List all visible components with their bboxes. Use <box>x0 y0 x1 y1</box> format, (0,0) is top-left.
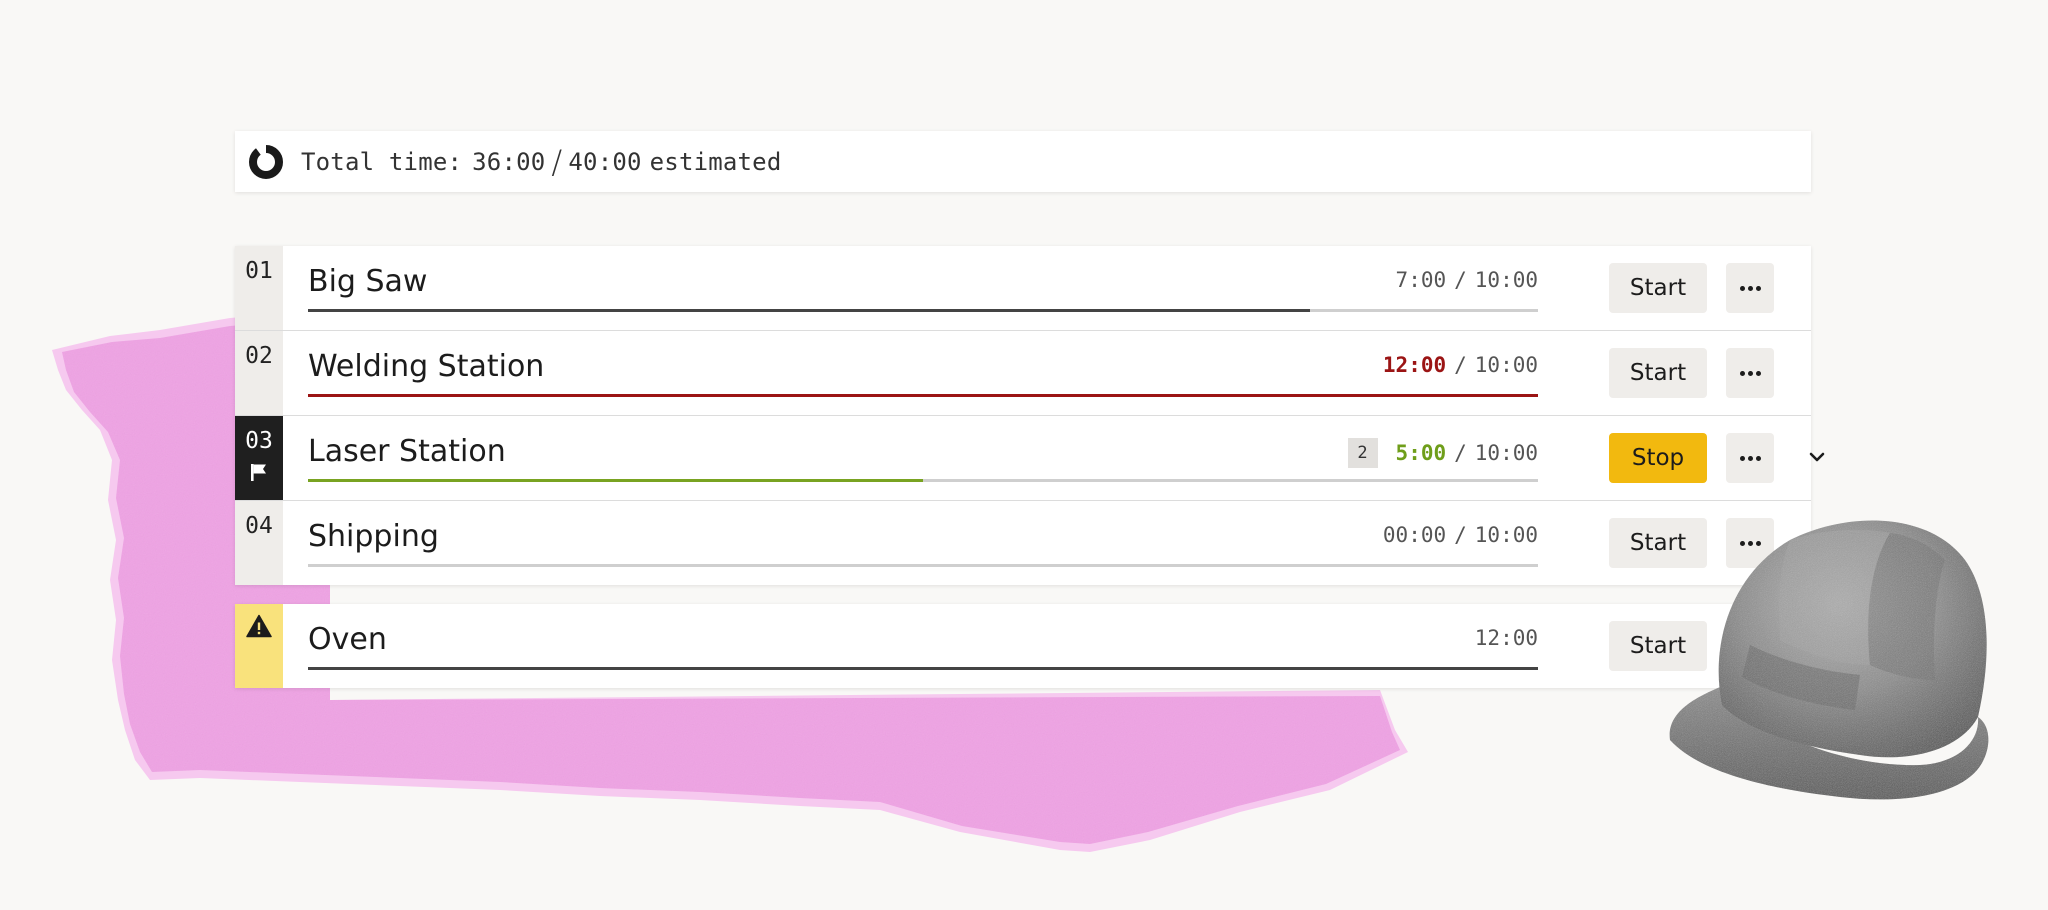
task-main: Shipping 00:00 / 10:00 Start <box>283 501 1811 585</box>
hard-hat-image <box>1669 520 1989 800</box>
start-button[interactable]: Start <box>1609 348 1707 398</box>
task-progress-track <box>308 479 1538 482</box>
more-dots-icon <box>1739 455 1761 461</box>
task-elapsed: 00:00 <box>1382 523 1447 547</box>
task-main: Laser Station 2 5:00 / 10:00 Stop <box>283 416 1825 500</box>
total-elapsed: 36:00 <box>472 147 546 176</box>
task-time: 12:00 / 10:00 <box>1383 353 1538 377</box>
total-time-label: Total time: <box>301 147 463 176</box>
more-options-button[interactable] <box>1726 433 1774 483</box>
donut-progress-icon <box>247 143 285 181</box>
task-number: 03 <box>245 428 273 454</box>
task-time: 12:00 <box>1475 626 1538 650</box>
task-estimate: 10:00 <box>1474 268 1538 292</box>
task-progress-track <box>308 394 1538 397</box>
warning-triangle-icon <box>246 614 272 638</box>
task-name: Oven <box>308 622 387 657</box>
task-time-separator: / <box>1454 353 1467 377</box>
more-dots-icon <box>1739 285 1761 291</box>
more-options-button[interactable] <box>1726 348 1774 398</box>
task-progress-fill <box>308 309 1311 312</box>
task-elapsed: 7:00 <box>1395 268 1447 292</box>
task-progress-track <box>308 667 1538 670</box>
task-warning-cell <box>235 604 283 688</box>
unscheduled-task-list: Oven 12:00 Start <box>235 604 1811 688</box>
task-estimate: 10:00 <box>1474 441 1538 465</box>
task-time: 7:00 / 10:00 <box>1396 268 1538 292</box>
task-progress-fill <box>308 394 1538 397</box>
task-number-cell: 02 <box>235 331 283 415</box>
task-number-cell: 04 <box>235 501 283 585</box>
task-number-cell: 03 <box>235 416 283 500</box>
task-progress-fill <box>308 667 1538 670</box>
task-main: Big Saw 7:00 / 10:00 Start <box>283 246 1811 330</box>
task-time: 2 5:00 / 10:00 <box>1347 438 1538 468</box>
task-time-separator: / <box>1454 268 1467 292</box>
task-progress-track <box>308 564 1538 567</box>
task-number: 04 <box>245 513 273 539</box>
task-main: Welding Station 12:00 / 10:00 Start <box>283 331 1811 415</box>
count-badge: 2 <box>1347 438 1378 468</box>
task-elapsed-running: 5:00 <box>1395 441 1447 465</box>
task-name: Big Saw <box>308 264 428 299</box>
task-elapsed-overtime: 12:00 <box>1382 353 1447 377</box>
task-number-cell: 01 <box>235 246 283 330</box>
task-progress-track <box>308 309 1538 312</box>
task-row-active: 03 Laser Station 2 5:00 / 10:00 Stop <box>235 416 1825 501</box>
chevron-down-icon[interactable] <box>1806 446 1828 468</box>
task-list: 01 Big Saw 7:00 / 10:00 Start 02 Welding… <box>235 246 1825 585</box>
task-number: 01 <box>245 258 273 284</box>
total-estimate: 40:00 <box>568 147 642 176</box>
task-name: Shipping <box>308 519 439 554</box>
start-button[interactable]: Start <box>1609 263 1707 313</box>
task-row: 02 Welding Station 12:00 / 10:00 Start <box>235 331 1811 416</box>
task-row: 04 Shipping 00:00 / 10:00 Start <box>235 501 1811 585</box>
total-time-bar: Total time: 36:00 / 40:00 estimated <box>235 131 1811 192</box>
task-row-warning: Oven 12:00 Start <box>235 604 1811 688</box>
task-name: Laser Station <box>308 434 506 469</box>
total-separator: / <box>551 142 563 181</box>
task-name: Welding Station <box>308 349 545 384</box>
task-estimate: 10:00 <box>1474 523 1538 547</box>
total-suffix: estimated <box>649 147 782 176</box>
task-elapsed: 12:00 <box>1474 626 1538 650</box>
stop-button[interactable]: Stop <box>1609 433 1707 483</box>
task-row: 01 Big Saw 7:00 / 10:00 Start <box>235 246 1811 331</box>
task-time-separator: / <box>1454 441 1467 465</box>
task-time-separator: / <box>1454 523 1467 547</box>
task-estimate: 10:00 <box>1474 353 1538 377</box>
task-number: 02 <box>245 343 273 369</box>
task-progress-fill <box>308 479 923 482</box>
task-main: Oven 12:00 Start <box>283 604 1811 688</box>
flag-icon <box>251 464 266 481</box>
more-dots-icon <box>1739 370 1761 376</box>
total-time-text: Total time: 36:00 / 40:00 estimated <box>301 143 781 181</box>
task-time: 00:00 / 10:00 <box>1383 523 1538 547</box>
more-options-button[interactable] <box>1726 263 1774 313</box>
